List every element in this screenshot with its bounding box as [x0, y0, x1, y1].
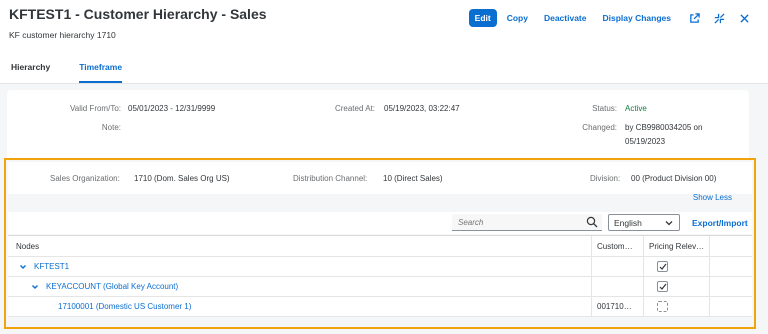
pricing-relevant-checkbox[interactable]: [657, 301, 668, 312]
chevron-down-icon[interactable]: [30, 282, 40, 292]
chevron-down-icon: [665, 221, 673, 226]
pricing-relevant-checkbox[interactable]: [657, 261, 668, 272]
language-select[interactable]: English: [608, 214, 680, 231]
tab-hierarchy[interactable]: Hierarchy: [11, 56, 50, 83]
sales-org-label: Sales Organization:: [50, 174, 120, 183]
search-icon[interactable]: [586, 216, 598, 228]
page-subtitle: KF customer hierarchy 1710: [9, 30, 116, 40]
export-import-button[interactable]: Export/Import: [692, 218, 748, 228]
note-label: Note:: [101, 123, 121, 132]
table-row[interactable]: KEYACCOUNT (Global Key Account): [8, 277, 752, 297]
valid-from-to-label: Valid From/To:: [70, 104, 121, 113]
edit-button[interactable]: Edit: [468, 9, 497, 27]
changed-value-line1: by CB9980034205 on: [625, 123, 703, 132]
language-select-value: English: [614, 217, 642, 228]
hierarchy-tree-table: Nodes Custom… Pricing Relev… KFTEST1 KEY…: [8, 235, 752, 317]
pricing-relevant-checkbox[interactable]: [657, 281, 668, 292]
tree-node-label[interactable]: KFTEST1: [34, 262, 69, 271]
tab-timeframe[interactable]: Timeframe: [79, 56, 123, 83]
column-header-customer[interactable]: Custom…: [592, 236, 644, 256]
header-actions: Edit Copy Deactivate Display Changes: [465, 9, 752, 27]
status-value: Active: [625, 104, 647, 113]
table-row[interactable]: 17100001 (Domestic US Customer 1) 001710…: [8, 297, 752, 317]
distribution-channel-value: 10 (Direct Sales): [383, 174, 443, 183]
timeframe-details-panel: Valid From/To: 05/01/2023 - 12/31/9999 N…: [7, 90, 749, 160]
filter-bar: Sales Organization: 1710 (Dom. Sales Org…: [8, 162, 752, 194]
close-icon[interactable]: [736, 10, 752, 26]
division-value: 00 (Product Division 00): [631, 174, 717, 183]
distribution-channel-label: Distribution Channel:: [293, 174, 368, 183]
tab-bar: Hierarchy Timeframe: [0, 56, 768, 84]
customer-cell: 001710…: [592, 297, 644, 316]
object-page-header: KFTEST1 - Customer Hierarchy - Sales KF …: [0, 0, 768, 84]
status-label: Status:: [592, 104, 617, 113]
checkmark-icon: [659, 263, 666, 270]
search-input[interactable]: [452, 217, 577, 227]
division-label: Division:: [590, 174, 621, 183]
tree-node-label[interactable]: KEYACCOUNT (Global Key Account): [46, 282, 178, 291]
column-header-empty: [710, 236, 752, 256]
customer-cell: [592, 277, 644, 296]
valid-from-to-value: 05/01/2023 - 12/31/9999: [128, 104, 216, 113]
chevron-down-icon[interactable]: [18, 262, 28, 272]
copy-button[interactable]: Copy: [501, 10, 534, 26]
created-at-label: Created At:: [334, 104, 375, 113]
checkmark-icon: [659, 283, 666, 290]
created-at-value: 05/19/2023, 03:22:47: [384, 104, 460, 113]
changed-value-line2: 05/19/2023: [625, 137, 666, 146]
deactivate-button[interactable]: Deactivate: [538, 10, 593, 26]
table-toolbar: English Export/Import: [8, 212, 752, 234]
table-row[interactable]: KFTEST1: [8, 257, 752, 277]
changed-label: Changed:: [582, 123, 617, 132]
show-less-link[interactable]: Show Less: [693, 193, 732, 202]
customer-cell: [592, 257, 644, 276]
sales-org-value: 1710 (Dom. Sales Org US): [134, 174, 230, 183]
search-field[interactable]: [452, 214, 602, 231]
column-header-pricing-relevant[interactable]: Pricing Relev…: [644, 236, 710, 256]
hierarchy-section-frame: Sales Organization: 1710 (Dom. Sales Org…: [4, 158, 756, 329]
display-changes-button[interactable]: Display Changes: [597, 10, 678, 26]
page-title: KFTEST1 - Customer Hierarchy - Sales: [9, 6, 267, 22]
tree-node-label[interactable]: 17100001 (Domestic US Customer 1): [58, 302, 191, 311]
table-header-row: Nodes Custom… Pricing Relev…: [8, 236, 752, 257]
column-header-nodes[interactable]: Nodes: [8, 236, 592, 256]
open-new-window-icon[interactable]: [686, 10, 702, 26]
exit-full-screen-icon[interactable]: [711, 10, 727, 26]
